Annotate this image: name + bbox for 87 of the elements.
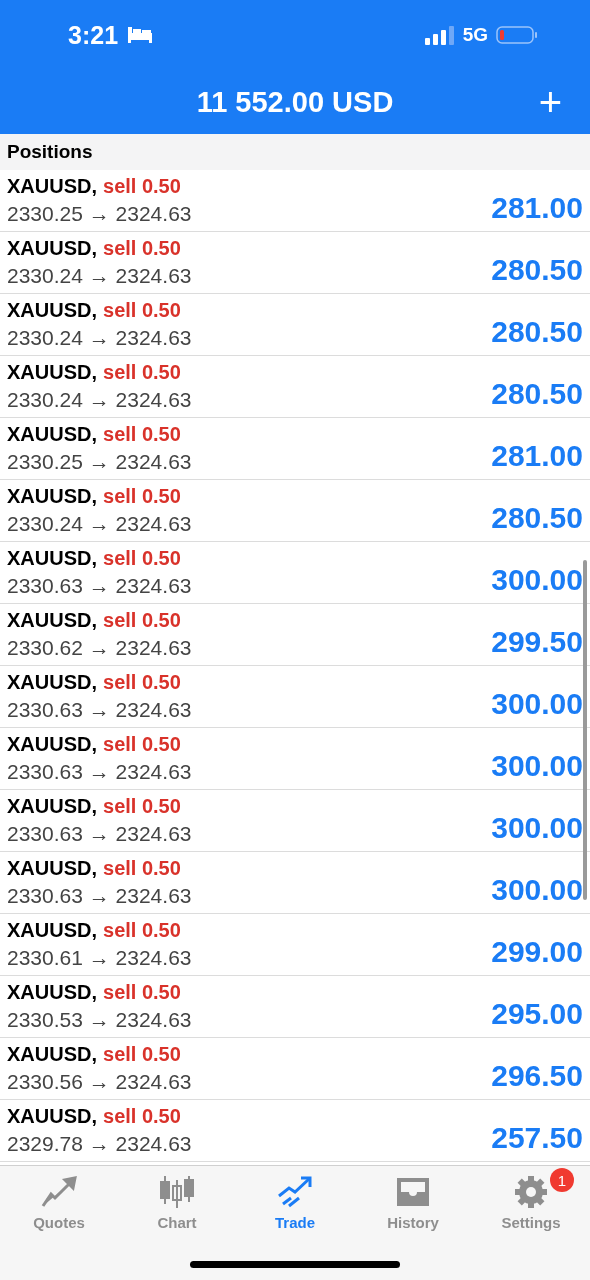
symbol-label: XAUUSD, [7, 547, 97, 570]
profit-value: 300.00 [491, 686, 583, 721]
profit-value: 281.00 [491, 190, 583, 225]
price-range: 2330.53 → 2324.63 [7, 1008, 192, 1032]
position-row[interactable]: XAUUSD, sell 0.50 2330.56 → 2324.63 296.50 [0, 1038, 590, 1100]
profit-value: 257.50 [491, 1120, 583, 1155]
order-label: sell 0.50 [103, 485, 181, 508]
order-label: sell 0.50 [103, 237, 181, 260]
candlestick-icon [157, 1174, 197, 1210]
order-label: sell 0.50 [103, 733, 181, 756]
tab-item[interactable]: Trade [240, 1168, 350, 1236]
symbol-label: XAUUSD, [7, 857, 97, 880]
bed-icon [126, 25, 155, 45]
account-balance: 11 552.00 USD [196, 85, 394, 119]
symbol-label: XAUUSD, [7, 237, 97, 260]
symbol-label: XAUUSD, [7, 981, 97, 1004]
symbol-label: XAUUSD, [7, 423, 97, 446]
notification-badge: 1 [550, 1168, 574, 1192]
order-label: sell 0.50 [103, 547, 181, 570]
order-label: sell 0.50 [103, 981, 181, 1004]
symbol-label: XAUUSD, [7, 361, 97, 384]
symbol-label: XAUUSD, [7, 485, 97, 508]
profit-value: 280.50 [491, 376, 583, 411]
price-range: 2330.25 → 2324.63 [7, 202, 192, 226]
price-range: 2330.62 → 2324.63 [7, 636, 192, 660]
price-range: 2330.61 → 2324.63 [7, 946, 192, 970]
symbol-label: XAUUSD, [7, 299, 97, 322]
section-title: Positions [7, 141, 93, 163]
profit-value: 300.00 [491, 562, 583, 597]
order-label: sell 0.50 [103, 919, 181, 942]
price-range: 2330.24 → 2324.63 [7, 264, 192, 288]
order-label: sell 0.50 [103, 299, 181, 322]
network-label: 5G [462, 24, 488, 46]
price-range: 2330.24 → 2324.63 [7, 388, 192, 412]
symbol-label: XAUUSD, [7, 175, 97, 198]
order-label: sell 0.50 [103, 1043, 181, 1066]
price-range: 2330.63 → 2324.63 [7, 822, 192, 846]
price-range: 2329.78 → 2324.63 [7, 1132, 192, 1156]
position-row[interactable]: XAUUSD, sell 0.50 2330.61 → 2324.63 299.00 [0, 914, 590, 976]
profit-value: 281.00 [491, 438, 583, 473]
trend-arrow-icon [275, 1174, 315, 1210]
position-row[interactable]: XAUUSD, sell 0.50 2330.24 → 2324.63 280.50 [0, 480, 590, 542]
order-label: sell 0.50 [103, 671, 181, 694]
symbol-label: XAUUSD, [7, 795, 97, 818]
position-row[interactable]: XAUUSD, sell 0.50 2329.78 → 2324.63 257.50 [0, 1100, 590, 1162]
price-range: 2330.63 → 2324.63 [7, 574, 192, 598]
tab-item[interactable]: Settings 1 [476, 1168, 586, 1236]
profit-value: 280.50 [491, 252, 583, 287]
price-range: 2330.25 → 2324.63 [7, 450, 192, 474]
position-row[interactable]: XAUUSD, sell 0.50 2330.24 → 2324.63 280.50 [0, 356, 590, 418]
order-label: sell 0.50 [103, 857, 181, 880]
order-label: sell 0.50 [103, 1105, 181, 1128]
profit-value: 300.00 [491, 872, 583, 907]
profit-value: 300.00 [491, 748, 583, 783]
position-row[interactable]: XAUUSD, sell 0.50 2330.25 → 2324.63 281.00 [0, 170, 590, 232]
position-row[interactable]: XAUUSD, sell 0.50 2330.24 → 2324.63 280.50 [0, 232, 590, 294]
clock-time: 3:21 [68, 20, 119, 50]
symbol-label: XAUUSD, [7, 1043, 97, 1066]
price-range: 2330.24 → 2324.63 [7, 326, 192, 350]
profit-value: 300.00 [491, 810, 583, 845]
position-row[interactable]: XAUUSD, sell 0.50 2330.53 → 2324.63 295.00 [0, 976, 590, 1038]
price-range: 2330.63 → 2324.63 [7, 760, 192, 784]
symbol-label: XAUUSD, [7, 1105, 97, 1128]
symbol-label: XAUUSD, [7, 733, 97, 756]
order-label: sell 0.50 [103, 423, 181, 446]
profit-value: 296.50 [491, 1058, 583, 1093]
position-row[interactable]: XAUUSD, sell 0.50 2330.25 → 2324.63 281.00 [0, 418, 590, 480]
order-label: sell 0.50 [103, 795, 181, 818]
price-range: 2330.56 → 2324.63 [7, 1070, 192, 1094]
order-label: sell 0.50 [103, 175, 181, 198]
order-label: sell 0.50 [103, 361, 181, 384]
profit-value: 280.50 [491, 314, 583, 349]
symbol-label: XAUUSD, [7, 919, 97, 942]
profit-value: 280.50 [491, 500, 583, 535]
battery-icon [496, 25, 538, 45]
profit-value: 299.50 [491, 624, 583, 659]
symbol-label: XAUUSD, [7, 671, 97, 694]
add-button[interactable]: + [538, 82, 562, 122]
position-row[interactable]: XAUUSD, sell 0.50 2330.24 → 2324.63 280.50 [0, 294, 590, 356]
order-label: sell 0.50 [103, 609, 181, 632]
profit-value: 295.00 [491, 996, 583, 1031]
symbol-label: XAUUSD, [7, 609, 97, 632]
price-range: 2330.63 → 2324.63 [7, 884, 192, 908]
price-range: 2330.24 → 2324.63 [7, 512, 192, 536]
signal-icon [424, 25, 455, 45]
profit-value: 299.00 [491, 934, 583, 969]
price-range: 2330.63 → 2324.63 [7, 698, 192, 722]
